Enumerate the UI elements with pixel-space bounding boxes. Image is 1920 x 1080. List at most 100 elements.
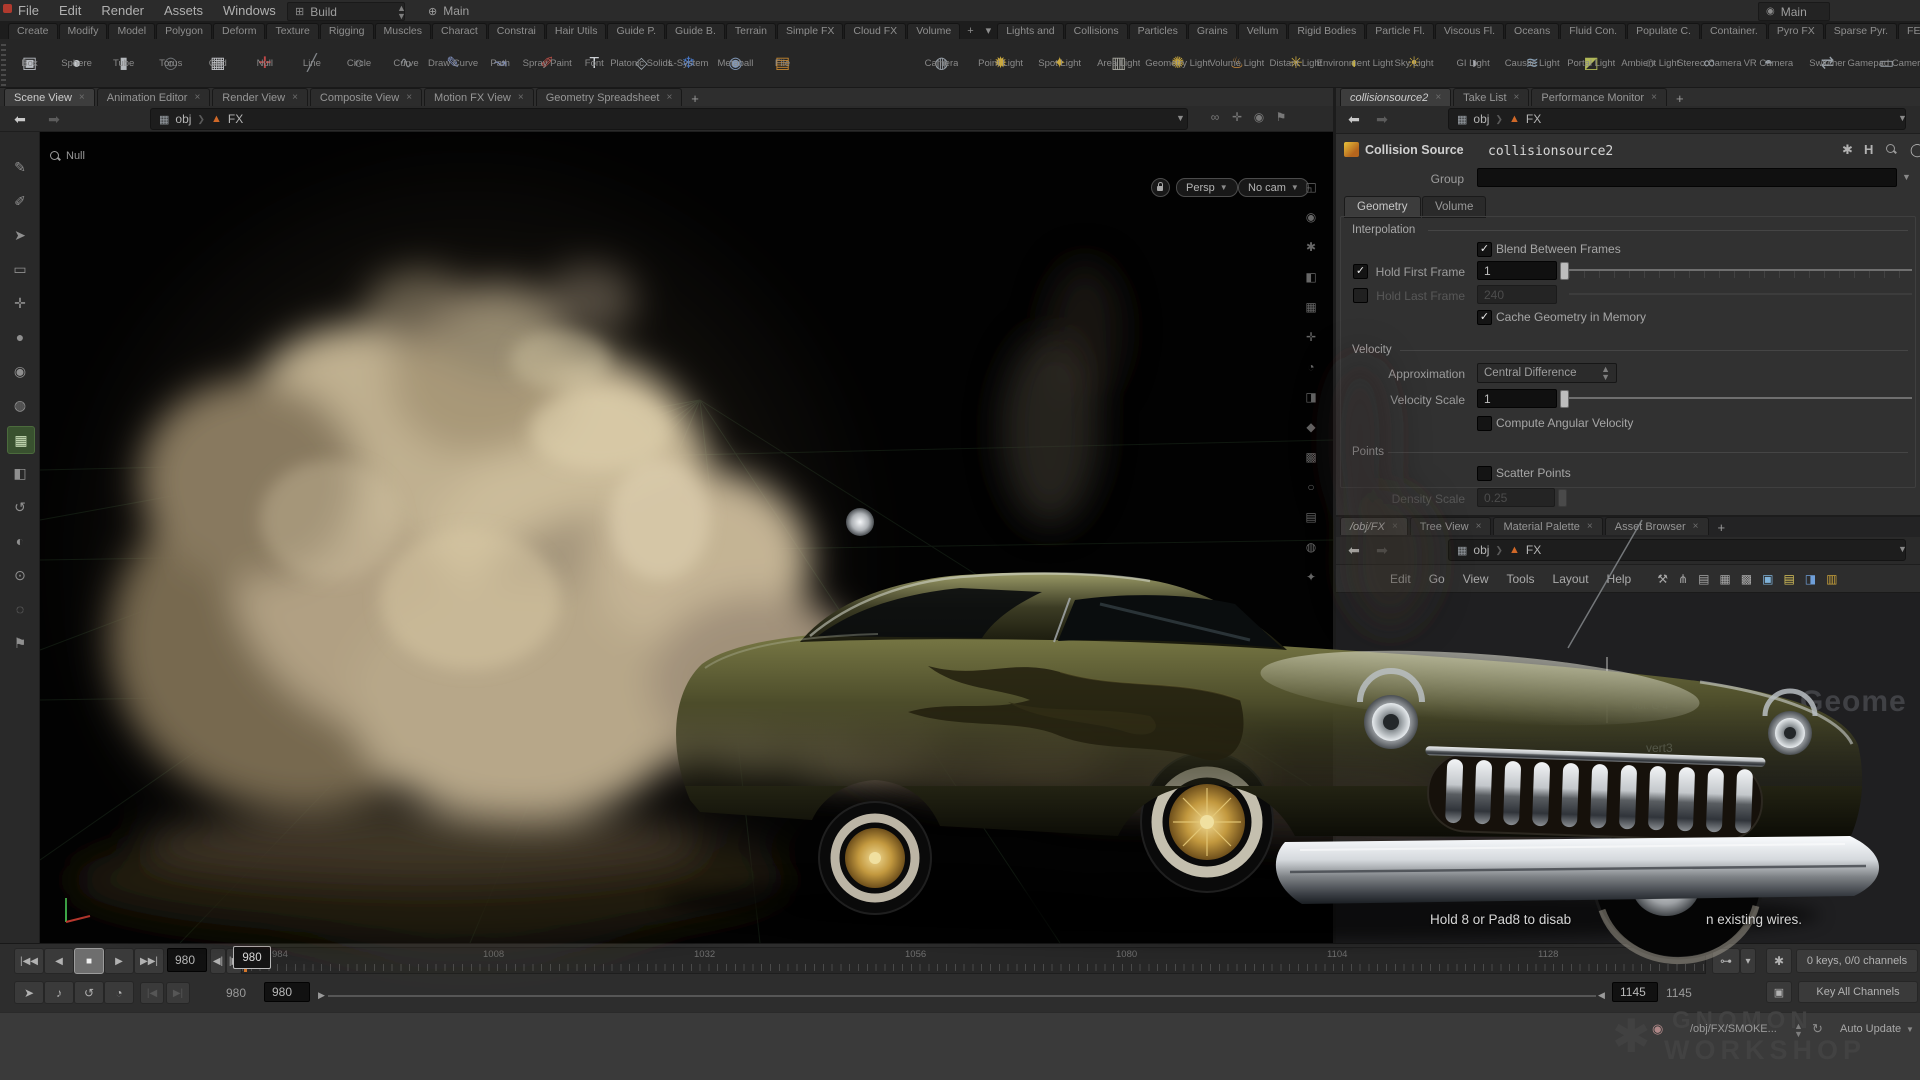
expand-view-icon[interactable]: ◱ [1300, 176, 1322, 198]
hierarchy-icon[interactable]: ⋔ [1678, 572, 1688, 586]
node-blast5-label[interactable]: blast5 [1637, 682, 1669, 696]
jump-end-button[interactable]: ▶▶| [134, 948, 164, 974]
back-arrow-icon[interactable]: ⬅ [1342, 541, 1366, 559]
snap-grid-icon[interactable]: ◧ [7, 460, 33, 486]
sphere-handle-icon[interactable]: ● [7, 324, 33, 350]
close-icon[interactable]: × [666, 92, 672, 103]
take-select[interactable]: ◉ Main [1758, 2, 1830, 21]
hold-last-frame-slider[interactable] [1569, 293, 1912, 295]
forward-arrow-icon[interactable]: ➡ [1370, 541, 1394, 559]
shelf-tab-vellum[interactable]: Vellum [1238, 23, 1288, 39]
menu-edit[interactable]: Edit [59, 3, 81, 18]
shelf-tool-area-light[interactable]: ▥Area Light [1089, 40, 1148, 87]
pose-tool-icon[interactable]: ◍ [7, 392, 33, 418]
shelf-tool-curve[interactable]: ∿Curve [383, 40, 430, 87]
shelf-tool-box[interactable]: ▣Box [6, 40, 53, 87]
shelf-tool-ambient-light[interactable]: ◌Ambient Light [1621, 40, 1680, 87]
tab-render-view[interactable]: Render View× [212, 88, 308, 106]
network-menu-view[interactable]: View [1463, 572, 1489, 586]
shelf-tool-path[interactable]: ↝Path [477, 40, 524, 87]
shelf-tab-model[interactable]: Model [108, 23, 155, 39]
shelf-tool-volume-light[interactable]: ♨Volume Light [1207, 40, 1266, 87]
node-rt3-label[interactable]: rt3 [1420, 677, 1434, 691]
dots-grid-icon[interactable]: ▩ [1741, 572, 1752, 586]
view-select-button[interactable]: Persp ▼ [1176, 178, 1238, 197]
back-arrow-icon[interactable]: ⬅ [8, 110, 32, 128]
tab-geometry-spreadsheet[interactable]: Geometry Spreadsheet× [536, 88, 683, 106]
timeline-ruler[interactable]: 980 984100810321056108011041128 [241, 947, 1706, 974]
close-icon[interactable]: × [1392, 521, 1398, 532]
move-tool-icon[interactable]: ✛ [7, 290, 33, 316]
tab-scene-view[interactable]: Scene View× [4, 88, 95, 106]
close-icon[interactable]: × [406, 92, 412, 103]
circle-icon[interactable]: ○ [1300, 476, 1322, 498]
range-start-field[interactable]: 980 [264, 982, 310, 1002]
help-circle-icon[interactable]: ◯ [1910, 142, 1920, 158]
node-name-field[interactable]: collisionsource2 [1488, 144, 1613, 159]
shelf-tool-caustic-light[interactable]: ≋Caustic Light [1503, 40, 1562, 87]
shelf-tool-spray-paint[interactable]: ✐Spray Paint [524, 40, 571, 87]
image-icon[interactable]: ◨ [1805, 572, 1816, 586]
group-input[interactable] [1477, 168, 1897, 187]
shelf-tool-stereo-camera[interactable]: ∞Stereo Camera [1680, 40, 1739, 87]
loop-icon[interactable]: ↺ [74, 981, 104, 1004]
keys-summary-button[interactable]: 0 keys, 0/0 channels [1796, 949, 1918, 973]
camera-lock-button[interactable] [1151, 178, 1170, 197]
audio-icon[interactable]: ♪ [44, 981, 74, 1004]
link-icon[interactable]: ∞ [1204, 110, 1226, 124]
shelf-tool-platonic-solids[interactable]: ◇Platonic Solids [618, 40, 665, 87]
clock-icon[interactable]: ◔ [1300, 356, 1322, 378]
panel-icon[interactable]: ◨ [1300, 386, 1322, 408]
density-scale-input[interactable]: 0.25 [1477, 488, 1555, 507]
shelf-tab-volume[interactable]: Volume [907, 23, 960, 39]
back-arrow-icon[interactable]: ⬅ [1342, 110, 1366, 128]
shelf-tool-metaball[interactable]: ◉Metaball [712, 40, 759, 87]
camera-select-button[interactable]: No cam ▼ [1238, 178, 1309, 197]
shelf-tab-particle-fl-[interactable]: Particle Fl. [1366, 23, 1434, 39]
forward-arrow-icon[interactable]: ➡ [42, 110, 66, 128]
playhead[interactable]: 980 [233, 946, 271, 969]
target-icon[interactable]: ⊙ [7, 562, 33, 588]
visibility-icon[interactable]: ◉ [1300, 206, 1322, 228]
hold-first-frame-input[interactable]: 1 [1477, 261, 1557, 280]
shelf-tool-null[interactable]: ✛Null [241, 40, 288, 87]
stop-button[interactable]: ■ [74, 948, 104, 974]
shelf-tab-create[interactable]: Create [8, 23, 58, 39]
shelf-tab-fluid-con-[interactable]: Fluid Con. [1560, 23, 1626, 39]
shelf-tool-line[interactable]: ╱Line [288, 40, 335, 87]
hold-first-frame-enable[interactable]: ✓ [1353, 264, 1368, 279]
search-icon[interactable] [1886, 142, 1896, 157]
menu-render[interactable]: Render [101, 3, 144, 18]
shelf-tab-charact[interactable]: Charact [432, 23, 487, 39]
hold-first-frame-slider-handle[interactable] [1560, 262, 1569, 280]
tab-composite-view[interactable]: Composite View× [310, 88, 422, 106]
network-menu-help[interactable]: Help [1607, 572, 1632, 586]
update-mode-select[interactable]: Auto Update [1840, 1023, 1901, 1035]
tab-performance-monitor[interactable]: Performance Monitor× [1531, 88, 1667, 106]
scatter-points-checkbox[interactable] [1477, 466, 1492, 481]
range-slider-left-button[interactable]: |◀ [140, 982, 164, 1004]
key-all-channels-button[interactable]: Key All Channels [1798, 981, 1918, 1003]
flag-tool-icon[interactable]: ⚑ [7, 630, 33, 656]
tab-collisionsource2[interactable]: collisionsource2× [1340, 88, 1451, 106]
close-icon[interactable]: × [79, 92, 85, 103]
shelf-tab-populate-c-[interactable]: Populate C. [1627, 23, 1700, 39]
shaded-mode-icon[interactable]: ▦ [7, 426, 35, 454]
shelf-tab-lights-and[interactable]: Lights and [997, 23, 1063, 39]
ghost-icon[interactable]: ◌ [7, 596, 33, 622]
rotate-tool-icon[interactable]: ◉ [7, 358, 33, 384]
scene-viewport[interactable]: Null Persp ▼ No cam ▼ [40, 132, 1333, 943]
network-breadcrumb[interactable]: ▦ obj ❯ ▲ FX [1448, 539, 1906, 561]
play-backward-button[interactable]: ◀ [44, 948, 74, 974]
path-dropdown-icon[interactable]: ▼ [1176, 113, 1185, 123]
desktop-select[interactable]: ⊞ Build [287, 2, 405, 21]
crosshair-icon[interactable]: ✛ [1226, 110, 1248, 124]
close-icon[interactable]: × [1587, 521, 1593, 532]
houdini-logo-icon[interactable]: H [1864, 142, 1873, 157]
shelf-tab-polygon[interactable]: Polygon [156, 23, 212, 39]
menu-windows[interactable]: Windows [223, 3, 276, 18]
shelf-tab-deform[interactable]: Deform [213, 23, 265, 39]
shelf-tab-guide-p-[interactable]: Guide P. [607, 23, 665, 39]
shelf-more-tabs-button[interactable]: ▾ [980, 24, 998, 39]
pane-splitter-vertical[interactable] [1333, 88, 1336, 1012]
